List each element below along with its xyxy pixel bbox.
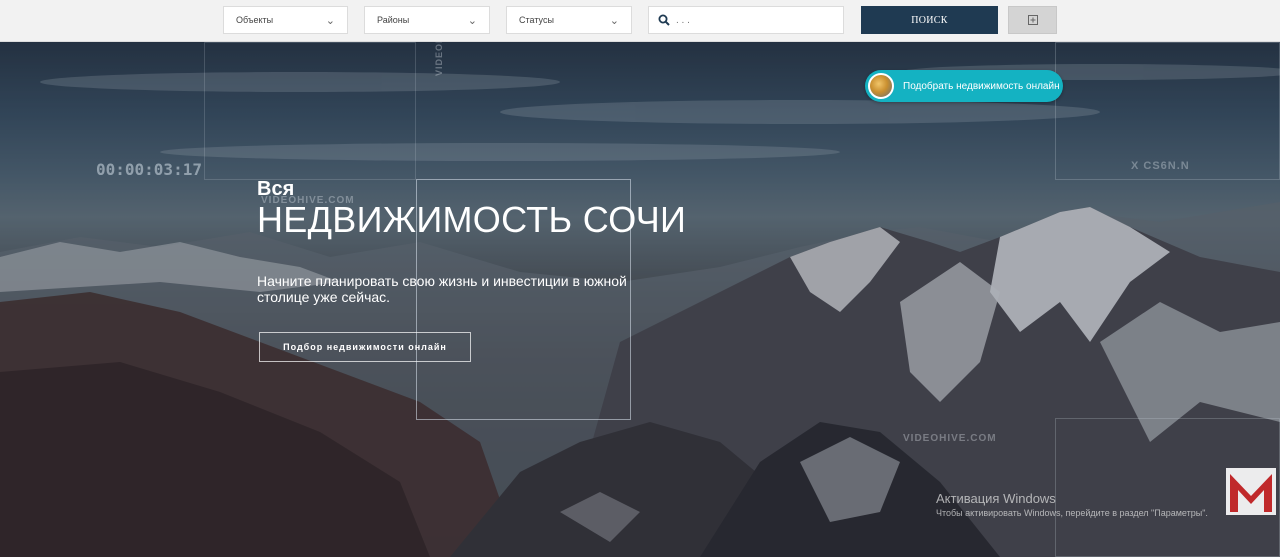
search-input[interactable] [676, 14, 836, 26]
expand-filters-button[interactable] [1008, 6, 1057, 34]
districts-select[interactable]: Районы ⌄ [364, 6, 490, 34]
watermark-text: VIDEOHIVE.COM [903, 433, 997, 444]
objects-select[interactable]: Объекты ⌄ [223, 6, 348, 34]
windows-activation-title: Активация Windows [936, 491, 1056, 506]
search-button[interactable]: ПОИСК [861, 6, 998, 34]
search-icon [658, 14, 670, 26]
statuses-select[interactable]: Статусы ⌄ [506, 6, 632, 34]
watermark-text: VIDEOH [434, 42, 444, 76]
m-logo-icon [1226, 468, 1276, 515]
property-search-cta-button[interactable]: Подбор недвижимости онлайн [259, 332, 471, 362]
chevron-down-icon: ⌄ [609, 14, 619, 27]
plus-box-icon [1027, 15, 1038, 25]
windows-activation-notice: Активация Windows Чтобы активировать Win… [936, 491, 1208, 518]
districts-select-label: Районы [377, 15, 410, 25]
frame-overlay [204, 42, 416, 180]
hero-title-small: Вся [257, 178, 295, 200]
search-field[interactable] [648, 6, 844, 34]
hero-title-big: НЕДВИЖИМОСТЬ СОЧИ [257, 199, 687, 240]
pill-label: Подобрать недвижимость онлайн [903, 80, 1060, 92]
filter-bar: Объекты ⌄ Районы ⌄ Статусы ⌄ ПОИСК [0, 0, 1280, 42]
chevron-down-icon: ⌄ [325, 14, 335, 27]
property-finder-pill[interactable]: Подобрать недвижимость онлайн [865, 70, 1063, 102]
building-thumbnail-icon [868, 73, 894, 99]
hero-section: VIDEOHIVE.COM X CS6N.N VIDEOHIVE.COM VID… [0, 42, 1280, 557]
hero-title: Вся НЕДВИЖИМОСТЬ СОЧИ [257, 178, 686, 240]
hero-subtitle: Начните планировать свою жизнь и инвести… [257, 273, 627, 305]
statuses-select-label: Статусы [519, 15, 554, 25]
objects-select-label: Объекты [236, 15, 274, 25]
windows-activation-subtitle: Чтобы активировать Windows, перейдите в … [936, 508, 1208, 518]
chevron-down-icon: ⌄ [467, 14, 477, 27]
timecode: 00:00:03:17 [96, 160, 202, 179]
watermark-text: X CS6N.N [1131, 160, 1190, 172]
